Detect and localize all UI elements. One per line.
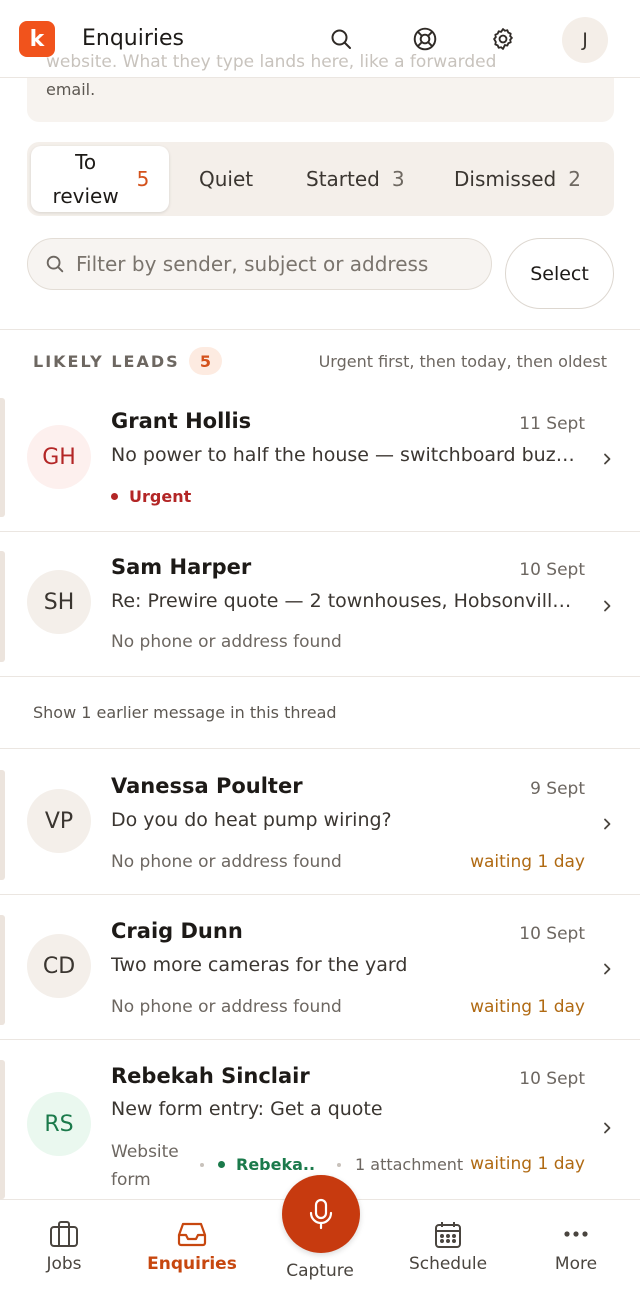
enquiry-subject: Two more cameras for the yard bbox=[111, 954, 408, 976]
status-tabs: To review 5 Quiet Started 3 Dismissed 2 bbox=[27, 142, 614, 216]
enquiry-row[interactable]: GH Grant Hollis 11 Sept No power to half… bbox=[0, 392, 640, 532]
show-earlier-thread-button[interactable]: Show 1 earlier message in this thread bbox=[0, 677, 640, 749]
avatar: GH bbox=[27, 425, 91, 489]
enquiry-subject: Re: Prewire quote — 2 townhouses, Hobson… bbox=[111, 590, 581, 612]
search-icon bbox=[46, 255, 64, 273]
enquiry-subject: Do you do heat pump wiring? bbox=[111, 809, 392, 831]
microphone-icon bbox=[309, 1198, 333, 1230]
divider bbox=[0, 329, 640, 330]
waiting-status: waiting 1 day bbox=[470, 997, 585, 1017]
urgent-label: Urgent bbox=[129, 487, 192, 506]
contact-meta: No phone or address found bbox=[111, 997, 342, 1017]
tab-quiet[interactable]: Quiet bbox=[199, 142, 253, 216]
tab-label: Started bbox=[306, 167, 380, 191]
enquiry-row[interactable]: SH Sam Harper 10 Sept Re: Prewire quote … bbox=[0, 545, 640, 677]
tab-label: To review bbox=[52, 150, 119, 208]
tab-count: 2 bbox=[568, 167, 581, 191]
chevron-right-icon bbox=[604, 600, 611, 612]
chevron-right-icon bbox=[604, 1122, 611, 1134]
tab-dismissed[interactable]: Dismissed 2 bbox=[454, 142, 581, 216]
row-accent-bar bbox=[0, 551, 5, 662]
avatar: VP bbox=[27, 789, 91, 853]
contact-dot bbox=[218, 1161, 225, 1168]
contact-name: Rebeka.. bbox=[236, 1155, 316, 1174]
row-accent-bar bbox=[0, 398, 5, 517]
sender-name: Grant Hollis bbox=[111, 409, 252, 433]
enquiry-row[interactable]: VP Vanessa Poulter 9 Sept Do you do heat… bbox=[0, 764, 640, 895]
waiting-status: waiting 1 day bbox=[470, 852, 585, 872]
enquiry-subject: New form entry: Get a quote bbox=[111, 1098, 383, 1120]
urgent-tag: Urgent bbox=[111, 487, 191, 506]
sender-name: Rebekah Sinclair bbox=[111, 1064, 310, 1088]
attachment-count: 1 attachment bbox=[355, 1155, 464, 1174]
contact-meta: No phone or address found bbox=[111, 852, 342, 872]
separator-dot bbox=[337, 1162, 341, 1167]
filter-input[interactable] bbox=[76, 252, 476, 276]
more-dots-icon bbox=[564, 1231, 588, 1237]
app-header: website. What they type lands here, like… bbox=[0, 0, 640, 78]
chevron-right-icon bbox=[604, 963, 611, 975]
source-label: Website form bbox=[111, 1142, 179, 1190]
calendar-icon bbox=[435, 1222, 461, 1248]
waiting-status: waiting 1 day bbox=[470, 1154, 585, 1174]
separator-dot bbox=[200, 1162, 204, 1167]
enquiry-date: 11 Sept bbox=[519, 414, 585, 434]
tab-started[interactable]: Started 3 bbox=[306, 142, 405, 216]
info-card-text-faded: website. What they type lands here, like… bbox=[46, 52, 497, 72]
enquiry-row[interactable]: CD Craig Dunn 10 Sept Two more cameras f… bbox=[0, 909, 640, 1040]
page-title: Enquiries bbox=[82, 26, 185, 51]
search-icon[interactable] bbox=[326, 24, 356, 54]
urgent-dot bbox=[111, 493, 118, 500]
sender-name: Vanessa Poulter bbox=[111, 774, 303, 798]
capture-button[interactable] bbox=[282, 1175, 360, 1253]
nav-label: Jobs bbox=[46, 1254, 82, 1274]
nav-label: More bbox=[554, 1254, 598, 1274]
enquiry-subject: No power to half the house — switchboard… bbox=[111, 444, 581, 466]
enquiry-date: 10 Sept bbox=[519, 560, 585, 580]
contact-name-tag: Rebeka.. bbox=[200, 1155, 315, 1174]
user-avatar[interactable]: J bbox=[562, 17, 608, 63]
inbox-icon bbox=[177, 1222, 207, 1247]
chevron-right-icon bbox=[604, 818, 611, 830]
sort-note: Urgent first, then today, then oldest bbox=[318, 352, 607, 371]
gear-icon[interactable] bbox=[488, 24, 518, 54]
row-accent-bar bbox=[0, 1060, 5, 1199]
nav-label: Schedule bbox=[408, 1254, 488, 1274]
capture-label: Capture bbox=[286, 1261, 354, 1281]
select-button[interactable]: Select bbox=[505, 238, 614, 309]
help-lifebuoy-icon[interactable] bbox=[410, 24, 440, 54]
filter-search bbox=[27, 238, 492, 290]
chevron-right-icon bbox=[604, 453, 611, 465]
avatar: CD bbox=[27, 934, 91, 998]
tab-count: 5 bbox=[136, 167, 150, 191]
section-title: LIKELY LEADS bbox=[33, 352, 180, 371]
tab-count: 3 bbox=[391, 167, 405, 191]
sender-name: Craig Dunn bbox=[111, 919, 243, 943]
enquiry-date: 10 Sept bbox=[519, 1069, 585, 1089]
enquiry-date: 10 Sept bbox=[519, 924, 585, 944]
nav-jobs[interactable]: Jobs bbox=[9, 1200, 119, 1291]
nav-more[interactable]: More bbox=[521, 1200, 631, 1291]
nav-enquiries[interactable]: Enquiries bbox=[137, 1200, 247, 1291]
nav-schedule[interactable]: Schedule bbox=[393, 1200, 503, 1291]
tab-to-review[interactable]: To review 5 bbox=[31, 146, 169, 212]
thread-toggle-label: Show 1 earlier message in this thread bbox=[33, 703, 337, 722]
row-accent-bar bbox=[0, 770, 5, 880]
briefcase-icon bbox=[50, 1221, 78, 1247]
avatar: SH bbox=[27, 570, 91, 634]
info-card-text: email. bbox=[46, 80, 96, 99]
contact-meta: No phone or address found bbox=[111, 632, 342, 652]
sender-name: Sam Harper bbox=[111, 555, 252, 579]
tab-label: Dismissed bbox=[454, 167, 557, 191]
avatar: RS bbox=[27, 1092, 91, 1156]
enquiry-date: 9 Sept bbox=[530, 779, 585, 799]
row-accent-bar bbox=[0, 915, 5, 1025]
attachment-tag: 1 attachment bbox=[337, 1155, 463, 1174]
app-logo[interactable]: k bbox=[19, 21, 55, 57]
tab-label: Quiet bbox=[199, 167, 254, 191]
section-count-badge: 5 bbox=[189, 347, 222, 375]
nav-label: Enquiries bbox=[147, 1254, 237, 1274]
